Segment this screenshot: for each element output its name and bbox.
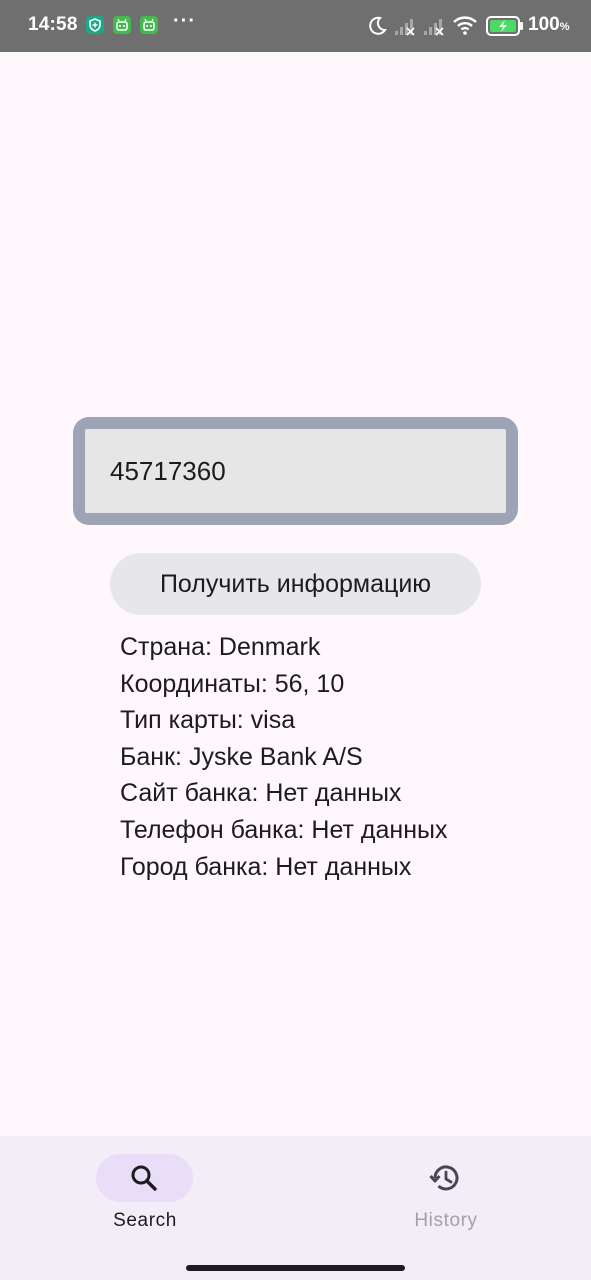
battery-percentage: 100%	[528, 14, 569, 36]
result-country: Страна: Denmark	[120, 633, 321, 661]
card-number-input[interactable]	[85, 429, 506, 513]
wifi-icon	[452, 14, 478, 41]
result-bank-city: Город банка: Нет данных	[120, 852, 412, 881]
status-time: 14:58	[28, 14, 78, 35]
nav-item-search[interactable]: Search	[0, 1136, 295, 1256]
result-card-type: Тип карты: visa	[120, 706, 296, 735]
nav-item-history[interactable]: History	[296, 1136, 591, 1256]
search-icon	[129, 1163, 159, 1198]
result-bank-website: Сайт банка: Нет данных	[120, 779, 402, 808]
more-notifications-icon: ···	[173, 10, 196, 32]
battery-charging-icon	[486, 16, 524, 41]
shield-notification-icon	[86, 16, 104, 34]
signal-no-service-icon	[422, 15, 446, 42]
result-bank-phone: Телефон банка: Нет данных	[120, 815, 448, 844]
bottom-navigation: Search History	[0, 1136, 591, 1280]
card-info-results: Страна: Denmark Координаты: 56, 10 Тип к…	[120, 629, 448, 885]
status-bar: 14:58 ··· 100%	[0, 0, 591, 52]
history-icon	[429, 1163, 461, 1198]
battery-percent-unit: %	[559, 21, 570, 33]
get-info-button[interactable]: Получить информацию	[110, 553, 481, 615]
signal-no-service-icon	[393, 15, 417, 42]
card-number-input-container	[73, 417, 518, 525]
gesture-navigation-bar[interactable]	[186, 1265, 405, 1271]
result-bank: Банк: Jyske Bank A/S	[120, 742, 363, 771]
nav-label-search: Search	[113, 1210, 177, 1231]
result-coordinates: Координаты: 56, 10	[120, 669, 345, 698]
do-not-disturb-moon-icon	[366, 15, 388, 42]
android-notification-icon	[140, 16, 158, 34]
battery-percent-value: 100	[528, 14, 560, 35]
android-notification-icon	[113, 16, 131, 34]
nav-label-history: History	[414, 1210, 478, 1231]
